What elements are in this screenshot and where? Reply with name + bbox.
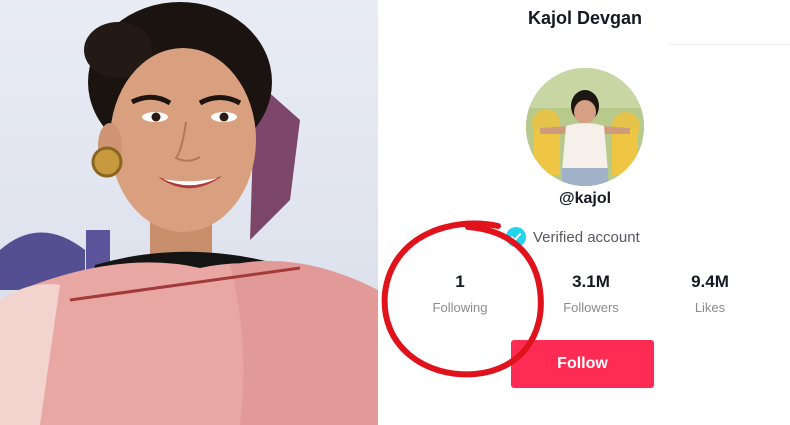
profile-avatar[interactable]	[526, 68, 644, 186]
profile-handle: @kajol	[558, 190, 612, 207]
stat-followers[interactable]: 3.1M Followers	[536, 272, 646, 315]
celebrity-photo	[0, 0, 378, 425]
stat-likes: 9.4M Likes	[655, 272, 765, 315]
following-label: Following	[432, 300, 488, 315]
header-separator	[670, 44, 790, 45]
likes-count: 9.4M	[691, 272, 729, 291]
profile-display-name: Kajol Devgan	[527, 8, 643, 28]
likes-label: Likes	[694, 300, 726, 315]
stat-following[interactable]: 1 Following	[405, 272, 515, 315]
profile-panel: Kajol Devgan @kajol Verified account 1 F…	[380, 0, 790, 425]
following-count: 1	[455, 272, 465, 291]
follow-button[interactable]: Follow	[511, 340, 654, 388]
verified-account-row: Verified account	[506, 226, 640, 248]
followers-count: 3.1M	[572, 272, 610, 291]
followers-label: Followers	[563, 300, 619, 315]
verified-account-label: Verified account	[533, 228, 640, 246]
check-badge-icon	[506, 227, 526, 247]
